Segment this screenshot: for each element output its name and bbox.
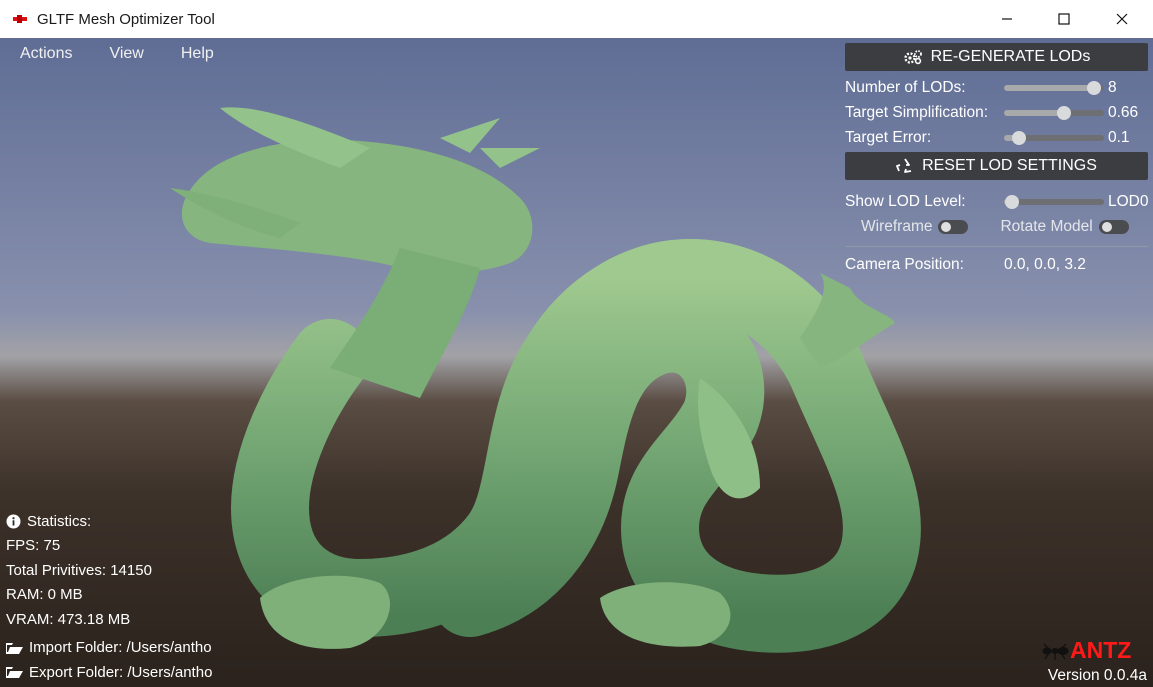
maximize-button[interactable] [1039,0,1089,38]
export-folder-text: Export Folder: /Users/antho [29,663,213,681]
gears-icon [903,50,922,65]
target-error-value: 0.1 [1108,128,1130,146]
folder-open-icon [6,642,23,654]
minimize-button[interactable] [982,0,1032,38]
wireframe-label: Wireframe [861,218,933,235]
version-text: Version 0.0.4a [1047,667,1147,684]
3d-viewport[interactable]: Actions View Help RE-GENERATE LODs Numbe… [0,38,1153,687]
lod-level-value: LOD0 [1108,192,1149,210]
rotate-model-label: Rotate Model [1000,218,1093,235]
import-folder-text: Import Folder: /Users/antho [29,639,212,656]
number-of-lods-label: Number of LODs: [845,78,966,96]
target-simplification-row: Target Simplification: 0.66 [845,100,1148,125]
menu-bar: Actions View Help [0,38,231,68]
vram-text: VRAM: 473.18 MB [6,610,131,628]
toggle-row: Wireframe Rotate Model [845,214,1148,240]
slider-handle[interactable] [1005,194,1019,209]
statistics-title: Statistics: [27,512,92,530]
close-button[interactable] [1097,0,1147,38]
wireframe-toggle[interactable] [938,220,969,234]
camera-position-label: Camera Position: [845,255,964,273]
lod-level-row: Show LOD Level: LOD0 [845,189,1149,214]
svg-text:ANTZ: ANTZ [1070,637,1131,662]
number-of-lods-value: 8 [1108,78,1117,96]
minimize-icon [1002,18,1012,20]
menu-actions[interactable]: Actions [0,38,89,68]
brand-area: ANTZ Version 0.0.4a [1037,636,1147,685]
camera-position-value: 0.0, 0.0, 3.2 [1004,255,1086,273]
target-error-slider[interactable] [1004,130,1104,145]
lod-settings-panel: RE-GENERATE LODs Number of LODs: 8 Targe… [845,43,1149,277]
ram-text: RAM: 0 MB [6,586,83,603]
menu-help[interactable]: Help [161,38,231,68]
camera-position-row: Camera Position: 0.0, 0.0, 3.2 [845,252,1148,277]
target-simplification-slider[interactable] [1004,105,1104,120]
lod-level-label: Show LOD Level: [845,192,966,210]
rotate-model-toggle[interactable] [1098,220,1129,234]
lod-level-slider[interactable] [1004,194,1104,209]
fps-text: FPS: 75 [6,537,61,554]
divider [845,246,1148,247]
folder-open-icon [6,667,23,679]
title-bar: GLTF Mesh Optimizer Tool [0,0,1153,38]
slider-handle[interactable] [1057,105,1071,120]
target-simplification-label: Target Simplification: [845,103,989,121]
target-error-row: Target Error: 0.1 [845,125,1148,150]
slider-handle[interactable] [1087,80,1101,95]
reset-lod-settings-label: RESET LOD SETTINGS [922,157,1097,174]
regenerate-lods-label: RE-GENERATE LODs [930,48,1091,65]
menu-view[interactable]: View [89,38,160,68]
regenerate-lods-button[interactable]: RE-GENERATE LODs [845,43,1148,71]
close-icon [1116,13,1128,25]
recycle-icon [896,158,912,173]
primitives-text: Total Privitives: 14150 [6,561,152,579]
statistics-panel: Statistics: FPS: 75 Total Privitives: 14… [6,510,212,686]
number-of-lods-row: Number of LODs: 8 [845,75,1148,100]
target-simplification-value: 0.66 [1108,103,1139,121]
window-title: GLTF Mesh Optimizer Tool [37,10,215,28]
maximize-icon [1058,13,1070,25]
app-icon [12,11,28,27]
reset-lod-settings-button[interactable]: RESET LOD SETTINGS [845,152,1148,180]
antz-logo: ANTZ [1042,637,1131,663]
number-of-lods-slider[interactable] [1004,80,1104,95]
target-error-label: Target Error: [845,128,932,146]
slider-handle[interactable] [1012,130,1026,145]
info-icon [6,514,21,529]
